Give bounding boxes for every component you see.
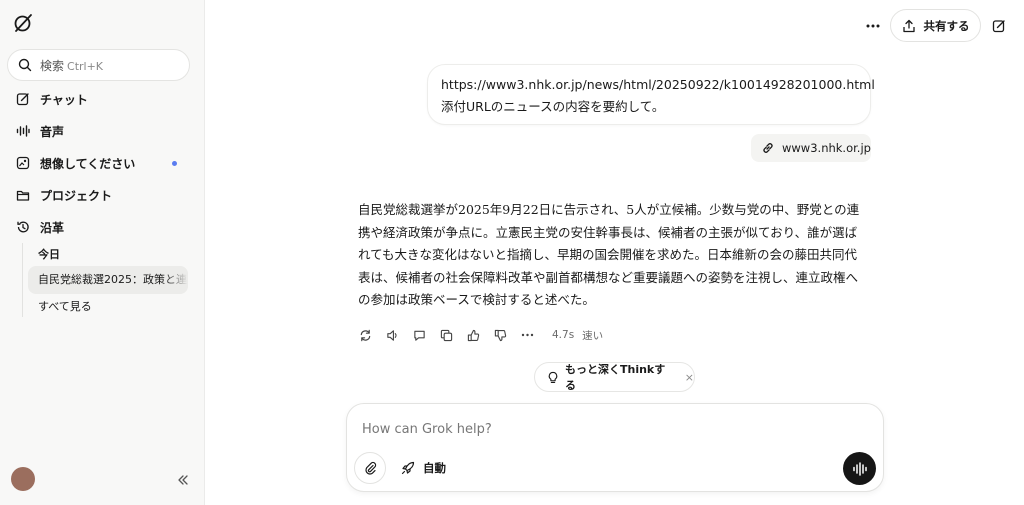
response-line: 表は、候補者の社会保障料改革や副首都構想など重要議題への姿勢を注視し、連立政権へ bbox=[358, 269, 859, 285]
paperclip-icon bbox=[364, 461, 377, 475]
chat-edit-icon bbox=[16, 92, 30, 106]
rocket-icon bbox=[401, 461, 415, 475]
assistant-response: 自民党総裁選挙が2025年9月22日に告示され、5人が立候補。少数与党の中、野党… bbox=[358, 199, 873, 312]
more-horizontal-icon[interactable] bbox=[520, 328, 534, 342]
share-button[interactable]: 共有する bbox=[890, 9, 981, 42]
sidebar-item-label: 音声 bbox=[40, 124, 65, 139]
sidebar-item-chat[interactable]: チャット bbox=[16, 88, 191, 110]
lightbulb-icon bbox=[547, 371, 559, 384]
search-placeholder: 検索 bbox=[40, 58, 65, 73]
regenerate-icon[interactable] bbox=[358, 328, 372, 342]
thumbs-up-icon[interactable] bbox=[466, 328, 480, 342]
read-aloud-icon[interactable] bbox=[385, 328, 399, 342]
mode-selector-button[interactable]: 自動 bbox=[401, 456, 446, 480]
voice-wave-icon bbox=[16, 124, 30, 138]
grok-logo-icon[interactable] bbox=[12, 12, 34, 34]
source-domain: www3.nhk.or.jp bbox=[782, 141, 871, 155]
comment-icon[interactable] bbox=[412, 328, 426, 342]
sidebar-item-projects[interactable]: プロジェクト bbox=[16, 184, 191, 206]
user-message-text: 添付URLのニュースの内容を要約して。 bbox=[441, 99, 665, 114]
user-message-url: https://www3.nhk.or.jp/news/html/2025092… bbox=[441, 77, 875, 92]
more-options-button[interactable] bbox=[863, 16, 883, 36]
new-chat-button[interactable] bbox=[989, 16, 1009, 36]
link-icon bbox=[761, 141, 775, 155]
voice-mode-button[interactable] bbox=[843, 452, 876, 485]
search-box[interactable]: 検索 Ctrl+K bbox=[7, 49, 190, 81]
think-deeper-chip[interactable]: もっと深くThinkする × bbox=[534, 362, 695, 392]
avatar[interactable] bbox=[11, 467, 35, 491]
prompt-input[interactable] bbox=[362, 418, 822, 440]
collapse-sidebar-icon[interactable] bbox=[176, 473, 190, 487]
attach-button[interactable] bbox=[354, 452, 386, 484]
history-see-all-link[interactable]: すべて見る bbox=[38, 298, 92, 314]
share-upload-icon bbox=[902, 19, 916, 33]
imagine-icon bbox=[16, 156, 30, 170]
response-line: 自民党総裁選挙が2025年9月22日に告示され、5人が立候補。少数与党の中、野党… bbox=[358, 202, 860, 217]
response-line: の参加は政策ベースで検討すると述べた。 bbox=[358, 292, 595, 307]
history-icon bbox=[16, 220, 30, 234]
more-horizontal-icon bbox=[866, 24, 880, 28]
folder-icon bbox=[16, 188, 30, 202]
history-item-active[interactable]: 自民党総裁選2025：政策と連立 bbox=[28, 266, 188, 294]
history-divider bbox=[22, 243, 23, 317]
composer: 自動 bbox=[346, 403, 884, 492]
response-speed: 速い bbox=[582, 329, 604, 342]
new-badge-dot bbox=[172, 161, 177, 166]
response-line: れても大きな変化はないと指摘し、早期の国会開催を求めた。日本維新の会の藤田共同代 bbox=[358, 247, 858, 262]
user-message-bubble: https://www3.nhk.or.jp/news/html/2025092… bbox=[427, 64, 875, 125]
source-link-chip[interactable]: www3.nhk.or.jp bbox=[751, 134, 871, 162]
sidebar-item-voice[interactable]: 音声 bbox=[16, 120, 191, 142]
response-actions: 4.7s 速い bbox=[358, 326, 603, 344]
sidebar-item-imagine[interactable]: 想像してください bbox=[16, 152, 191, 174]
sidebar-item-label: プロジェクト bbox=[40, 188, 113, 203]
thumbs-down-icon[interactable] bbox=[493, 328, 507, 342]
think-deeper-label: もっと深くThinkする bbox=[565, 363, 666, 392]
search-shortcut: Ctrl+K bbox=[67, 59, 104, 73]
response-time: 4.7s bbox=[552, 329, 575, 341]
sidebar-item-label: 沿革 bbox=[40, 220, 65, 235]
sidebar: 検索 Ctrl+K チャット 音声 想像してください プロジェクト 沿革 今日 自… bbox=[0, 0, 205, 505]
sidebar-item-label: 想像してください bbox=[40, 156, 136, 171]
sidebar-item-label: チャット bbox=[40, 92, 88, 107]
copy-icon[interactable] bbox=[439, 328, 453, 342]
mode-label: 自動 bbox=[423, 461, 446, 475]
response-line: 携や経済政策が争点に。立憲民主党の安住幹事長は、候補者の主張が似ており、誰が選ば bbox=[358, 224, 858, 240]
share-label: 共有する bbox=[923, 18, 970, 33]
history-group-today: 今日 bbox=[38, 248, 60, 261]
voice-wave-icon bbox=[852, 461, 868, 477]
sidebar-item-history[interactable]: 沿革 bbox=[16, 216, 191, 238]
close-icon[interactable]: × bbox=[685, 371, 694, 384]
edit-icon bbox=[992, 19, 1006, 33]
search-icon bbox=[18, 58, 32, 72]
